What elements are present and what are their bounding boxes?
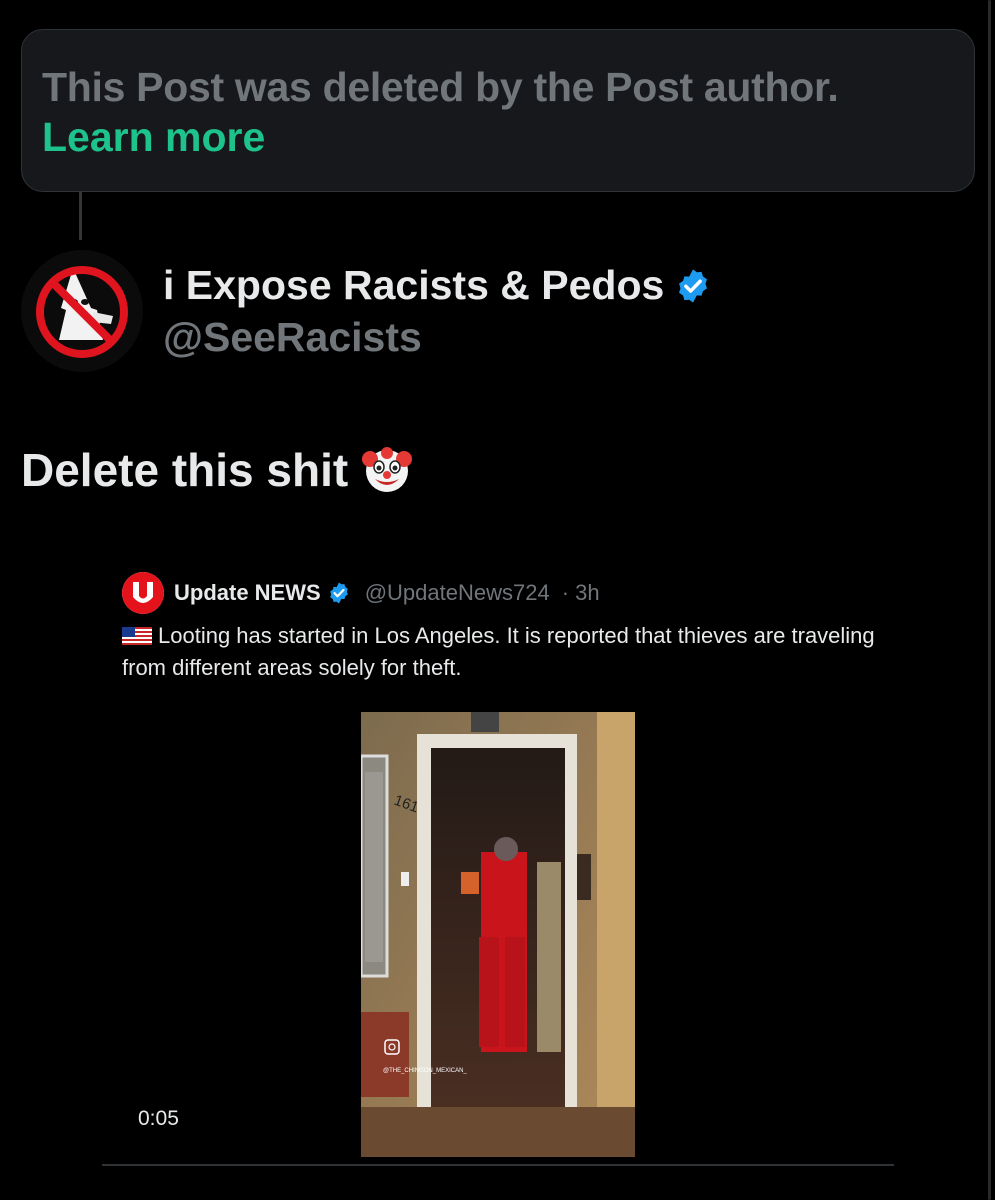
quoted-author-name: Update NEWS: [174, 580, 321, 605]
scrollbar-track[interactable]: [981, 0, 995, 1200]
verified-badge-icon: [679, 268, 708, 303]
author-name-text: i Expose Racists & Pedos: [163, 262, 665, 308]
video-watermark: @THE_CHINGON_MEXICAN_: [383, 1068, 467, 1074]
no-klan-icon: [21, 250, 143, 372]
quoted-post-header[interactable]: Update NEWS @UpdateNews724 · 3h: [122, 572, 600, 614]
quoted-post-time: · 3h: [561, 580, 600, 605]
quoted-post-text-content: Looting has started in Los Angeles. It i…: [122, 623, 875, 680]
clown-face-icon: [362, 447, 413, 492]
video-duration: 0:05: [138, 1107, 179, 1130]
avatar[interactable]: [21, 250, 143, 372]
deleted-notice-text: This Post was deleted by the Post author…: [42, 64, 839, 110]
scrollbar-thumb[interactable]: [988, 0, 991, 1200]
verified-badge-icon: [329, 582, 348, 604]
update-news-logo: [122, 572, 164, 614]
deleted-post-notice: This Post was deleted by the Post author…: [21, 29, 975, 192]
post-text: Delete this shit: [21, 443, 413, 497]
video-player[interactable]: 161 @THE_CHINGON_MEXICAN_: [361, 712, 635, 1157]
video-thumbnail: 161 @THE_CHINGON_MEXICAN_: [361, 712, 635, 1157]
post-text-content: Delete this shit: [21, 444, 349, 496]
author-name[interactable]: i Expose Racists & Pedos: [163, 262, 712, 309]
divider: [102, 1164, 894, 1166]
us-flag-icon: [122, 627, 152, 645]
thread-connector-line: [79, 192, 82, 240]
quoted-post-text: Looting has started in Los Angeles. It i…: [122, 620, 892, 684]
learn-more-link[interactable]: Learn more: [42, 112, 954, 162]
quoted-author-handle: @UpdateNews724: [364, 580, 550, 605]
author-handle[interactable]: @SeeRacists: [163, 314, 422, 361]
